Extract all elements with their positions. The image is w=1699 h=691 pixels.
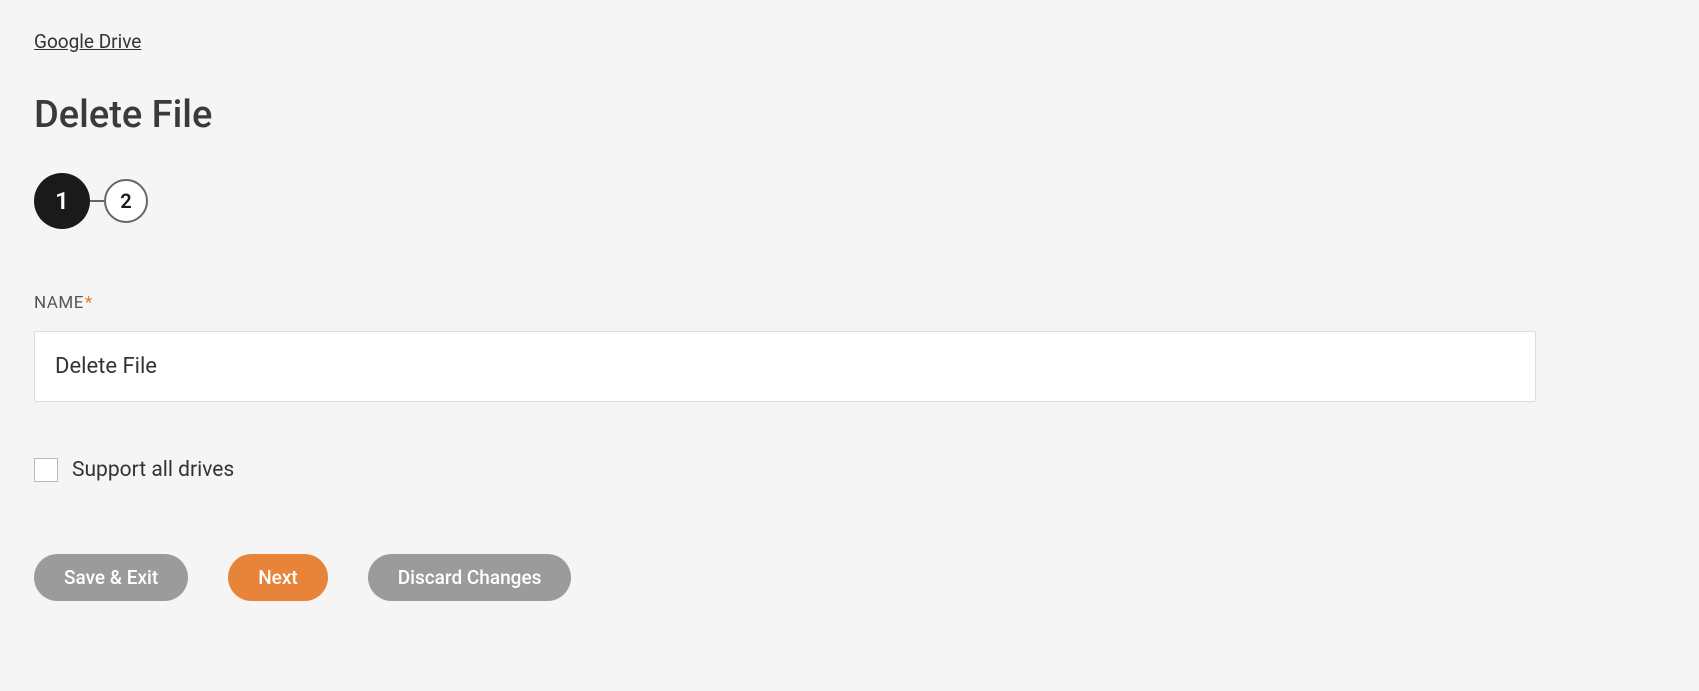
name-label: NAME*	[34, 293, 1665, 313]
save-exit-button[interactable]: Save & Exit	[34, 554, 188, 601]
page-title: Delete File	[34, 93, 1665, 137]
action-buttons: Save & Exit Next Discard Changes	[34, 554, 1665, 601]
name-input[interactable]	[34, 331, 1536, 402]
name-label-text: NAME	[34, 293, 84, 313]
step-1[interactable]: 1	[34, 173, 90, 229]
support-drives-row: Support all drives	[34, 458, 1665, 482]
step-connector	[90, 200, 104, 202]
name-field-group: NAME*	[34, 293, 1665, 402]
step-indicator: 1 2	[34, 173, 1665, 229]
discard-changes-button[interactable]: Discard Changes	[368, 554, 572, 601]
support-drives-checkbox[interactable]	[34, 458, 58, 482]
next-button[interactable]: Next	[228, 554, 328, 601]
step-2[interactable]: 2	[104, 179, 148, 223]
breadcrumb-link[interactable]: Google Drive	[34, 30, 141, 53]
support-drives-label: Support all drives	[72, 458, 234, 482]
required-indicator: *	[85, 293, 93, 313]
